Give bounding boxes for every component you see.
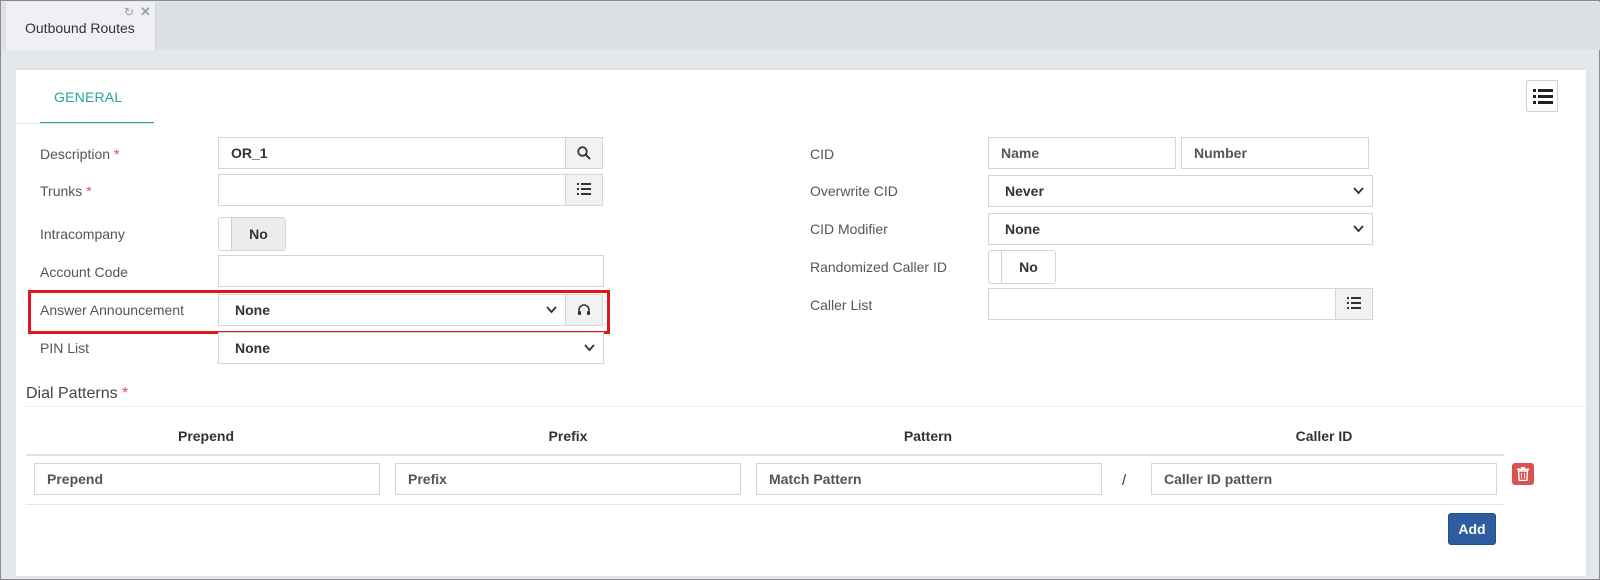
answer-announcement-play-button[interactable] (565, 294, 603, 326)
table-row-divider (26, 504, 1504, 505)
account-code-field[interactable] (218, 255, 604, 287)
cid-name-field[interactable]: Name (988, 137, 1176, 169)
pin-list-label: PIN List (40, 340, 90, 356)
route-form-panel: GENERAL Description * OR_1 Trunks * Intr… (15, 69, 1587, 577)
caller-list-field[interactable] (988, 288, 1336, 320)
match-pattern-field[interactable]: Match Pattern (756, 463, 1102, 495)
chevron-down-icon (546, 306, 557, 314)
pattern-separator: / (1122, 472, 1127, 489)
intracompany-toggle[interactable]: No (218, 217, 286, 251)
prefix-field[interactable]: Prefix (395, 463, 741, 495)
trunks-field[interactable] (218, 174, 566, 206)
answer-announcement-label: Answer Announcement (40, 302, 184, 318)
account-code-label: Account Code (40, 264, 128, 280)
column-header-pattern: Pattern (903, 428, 953, 444)
chevron-down-icon (1353, 225, 1364, 233)
description-field[interactable]: OR_1 (218, 137, 566, 169)
randomized-caller-id-toggle[interactable]: No (988, 250, 1056, 284)
tab-label: Outbound Routes (25, 20, 135, 36)
trunks-label: Trunks * (40, 183, 92, 199)
description-label: Description * (40, 146, 120, 162)
randomized-caller-id-state: No (1001, 251, 1055, 283)
divider (26, 406, 1586, 407)
tab-general-label: GENERAL (54, 89, 123, 105)
description-search-button[interactable] (565, 137, 603, 169)
close-icon[interactable]: ✕ (140, 4, 151, 20)
refresh-icon[interactable]: ↻ (124, 5, 134, 19)
cid-modifier-select[interactable]: None (988, 213, 1373, 245)
trunks-list-button[interactable] (565, 174, 603, 206)
cid-modifier-value: None (1005, 221, 1040, 237)
tab-general[interactable]: GENERAL (40, 70, 154, 124)
cid-label: CID (810, 146, 835, 162)
answer-announcement-value: None (235, 302, 270, 318)
dial-patterns-title: Dial Patterns * (26, 385, 129, 402)
pin-list-value: None (235, 340, 270, 356)
prepend-field[interactable]: Prepend (34, 463, 380, 495)
intracompany-toggle-state: No (231, 218, 285, 250)
caller-list-button[interactable] (1335, 288, 1373, 320)
overwrite-cid-value: Never (1005, 183, 1044, 199)
chevron-down-icon (584, 344, 595, 352)
column-header-prepend: Prepend (177, 428, 234, 444)
list-icon (1533, 89, 1553, 104)
cid-modifier-label: CID Modifier (810, 221, 888, 237)
search-icon (577, 146, 591, 160)
caller-id-pattern-field[interactable]: Caller ID pattern (1151, 463, 1497, 495)
delete-row-button[interactable] (1512, 463, 1534, 485)
randomized-caller-id-label: Randomized Caller ID (810, 259, 947, 275)
overwrite-cid-label: Overwrite CID (810, 183, 898, 199)
tab-divider (16, 123, 154, 124)
column-header-caller-id: Caller ID (1295, 428, 1353, 444)
tab-outbound-routes[interactable]: Outbound Routes ↻ ✕ (6, 2, 156, 50)
menu-list-button[interactable] (1526, 80, 1558, 112)
caller-list-label: Caller List (810, 297, 873, 313)
trash-icon (1517, 467, 1529, 481)
add-button[interactable]: Add (1448, 513, 1496, 545)
chevron-down-icon (1353, 187, 1364, 195)
window-frame: Outbound Routes ↻ ✕ GENERAL Description … (0, 0, 1600, 580)
overwrite-cid-select[interactable]: Never (988, 175, 1373, 207)
intracompany-label: Intracompany (40, 226, 125, 242)
tab-bar: Outbound Routes ↻ ✕ (2, 2, 1600, 50)
answer-announcement-select[interactable]: None (218, 294, 566, 326)
list-icon (577, 183, 591, 195)
column-header-prefix: Prefix (548, 428, 588, 444)
cid-number-field[interactable]: Number (1181, 137, 1369, 169)
list-icon (1347, 297, 1361, 309)
headphones-icon (578, 304, 590, 315)
pin-list-select[interactable]: None (218, 332, 604, 364)
table-header-divider (26, 454, 1504, 456)
